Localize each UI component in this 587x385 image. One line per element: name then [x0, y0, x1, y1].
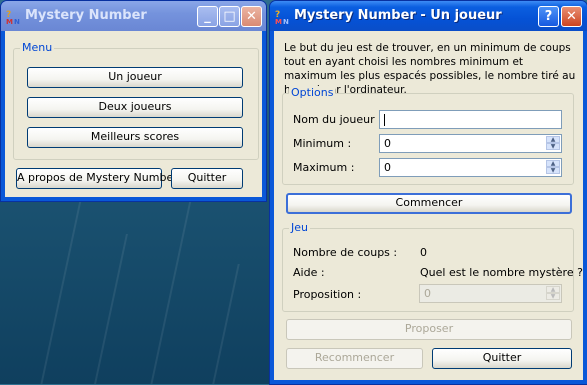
chevron-down-icon[interactable]: ▼	[546, 293, 560, 300]
game-group: Jeu Nombre de coups : 0 Aide : Quel est …	[282, 221, 583, 312]
game-legend: Jeu	[289, 221, 310, 234]
game-window-client: Le but du jeu est de trouver, en un mini…	[274, 31, 583, 380]
minimum-spin-arrows[interactable]: ▲ ▼	[546, 136, 560, 151]
proposal-spinbox[interactable]: 0 ▲ ▼	[419, 284, 562, 303]
svg-text:M: M	[6, 18, 13, 24]
svg-text:N: N	[14, 18, 20, 24]
maximum-label: Maximum :	[293, 161, 355, 174]
chevron-down-icon[interactable]: ▼	[546, 167, 560, 174]
help-label: Aide :	[293, 266, 325, 279]
close-icon: ✕	[566, 9, 577, 24]
about-button[interactable]: A propos de Mystery Number	[16, 168, 178, 189]
options-legend: Options	[289, 86, 336, 99]
help-button[interactable]: ?	[538, 6, 559, 27]
chevron-down-icon[interactable]: ▼	[546, 143, 560, 150]
close-button[interactable]: ✕	[561, 6, 582, 27]
chevron-up-icon[interactable]: ▲	[546, 136, 560, 143]
game-quit-button[interactable]: Quitter	[432, 348, 572, 369]
restart-button[interactable]: Recommencer	[286, 348, 423, 369]
menu-group: Menu Un joueur Deux joueurs Meilleurs sc…	[13, 41, 259, 160]
moves-label: Nombre de coups :	[293, 246, 398, 259]
game-window-titlebar[interactable]: ? M N Mystery Number - Un joueur ? ✕	[270, 1, 587, 31]
svg-text:M: M	[275, 18, 282, 24]
main-window-client: Menu Un joueur Deux joueurs Meilleurs sc…	[5, 31, 262, 197]
chevron-up-icon[interactable]: ▲	[546, 160, 560, 167]
mystery-number-app-icon: ? M N	[6, 10, 20, 24]
start-button[interactable]: Commencer	[286, 193, 572, 214]
player-name-input[interactable]	[379, 110, 562, 129]
maximize-button[interactable]: □	[219, 6, 240, 27]
minimize-button[interactable]: _	[197, 6, 218, 27]
minimum-spinbox[interactable]: 0 ▲ ▼	[379, 134, 562, 153]
close-icon: ✕	[246, 9, 257, 24]
maximum-spin-arrows[interactable]: ▲ ▼	[546, 160, 560, 175]
high-scores-button[interactable]: Meilleurs scores	[27, 127, 243, 148]
help-text: Quel est le nombre mystère ?	[420, 266, 583, 279]
mystery-number-app-icon: ? M N	[275, 10, 289, 24]
options-group: Options Nom du joueur : Minimum : 0 ▲ ▼ …	[282, 86, 574, 185]
player-name-label: Nom du joueur :	[293, 113, 382, 126]
single-player-button[interactable]: Un joueur	[27, 67, 243, 88]
maximize-icon: □	[223, 9, 236, 24]
minimum-label: Minimum :	[293, 137, 352, 150]
svg-text:N: N	[283, 18, 289, 24]
propose-button[interactable]: Proposer	[286, 319, 572, 340]
main-quit-button[interactable]: Quitter	[171, 168, 243, 189]
maximum-spinbox[interactable]: 0 ▲ ▼	[379, 158, 562, 177]
close-button[interactable]: ✕	[241, 6, 262, 27]
menu-legend: Menu	[20, 41, 55, 54]
main-window: ? M N Mystery Number _ □ ✕ Menu Un joueu…	[0, 0, 267, 202]
proposal-spin-arrows[interactable]: ▲ ▼	[546, 286, 560, 301]
minimize-icon: _	[204, 9, 211, 24]
window-title: Mystery Number - Un joueur	[294, 8, 502, 23]
main-window-titlebar[interactable]: ? M N Mystery Number _ □ ✕	[1, 1, 266, 31]
chevron-up-icon[interactable]: ▲	[546, 286, 560, 293]
help-icon: ?	[544, 9, 553, 24]
moves-value: 0	[420, 246, 427, 259]
window-title: Mystery Number	[25, 8, 147, 23]
game-window: ? M N Mystery Number - Un joueur ? ✕ Le …	[269, 0, 587, 385]
two-players-button[interactable]: Deux joueurs	[27, 97, 243, 118]
proposal-label: Proposition :	[293, 288, 362, 301]
